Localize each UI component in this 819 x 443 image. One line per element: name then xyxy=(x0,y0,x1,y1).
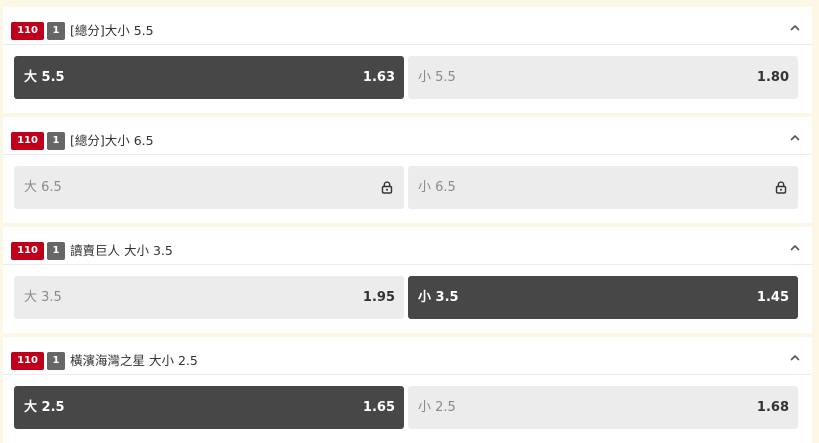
bet-option-under: 小 6.5 xyxy=(408,166,798,209)
bet-option-over: 大 6.5 xyxy=(14,166,404,209)
market-card: 110 1 [總分]大小 6.5 大 6.5 小 6.5 xyxy=(3,117,812,223)
option-odds: 1.63 xyxy=(362,70,395,85)
chevron-up-icon[interactable] xyxy=(788,131,802,145)
option-odds: 1.95 xyxy=(362,290,395,305)
option-label: 小 3.5 xyxy=(418,290,459,305)
market-card: 110 1 橫濱海灣之星 大小 2.5 大 2.5 1.65 小 2.5 1.6… xyxy=(3,337,812,443)
bet-option-over[interactable]: 大 5.5 1.63 xyxy=(14,56,404,99)
chevron-up-icon[interactable] xyxy=(788,241,802,255)
market-title: [總分]大小 6.5 xyxy=(70,133,154,148)
period-badge: 1 xyxy=(47,132,65,150)
period-badge: 1 xyxy=(47,22,65,40)
option-label: 大 3.5 xyxy=(24,290,62,305)
market-title: 橫濱海灣之星 大小 2.5 xyxy=(70,353,198,368)
market-title: [總分]大小 5.5 xyxy=(70,23,154,38)
option-odds: 1.45 xyxy=(756,290,789,305)
option-label: 大 2.5 xyxy=(24,400,65,415)
market-card: 110 1 讀賣巨人 大小 3.5 大 3.5 1.95 小 3.5 1.45 xyxy=(3,227,812,333)
chevron-up-icon[interactable] xyxy=(788,21,802,35)
bet-option-over[interactable]: 大 3.5 1.95 xyxy=(14,276,404,319)
period-badge: 1 xyxy=(47,242,65,260)
market-header[interactable]: 110 1 橫濱海灣之星 大小 2.5 xyxy=(3,337,812,375)
option-odds: 1.65 xyxy=(362,400,395,415)
market-card: 110 1 [總分]大小 5.5 大 5.5 1.63 小 5.5 1.80 xyxy=(3,7,812,113)
period-badge: 1 xyxy=(47,352,65,370)
bet-option-under[interactable]: 小 2.5 1.68 xyxy=(408,386,798,429)
option-label: 小 6.5 xyxy=(418,180,456,195)
option-odds: 1.80 xyxy=(756,70,789,85)
bet-option-over[interactable]: 大 2.5 1.65 xyxy=(14,386,404,429)
league-badge: 110 xyxy=(11,242,44,260)
chevron-up-icon[interactable] xyxy=(788,351,802,365)
option-label: 大 6.5 xyxy=(24,180,62,195)
bet-option-under[interactable]: 小 3.5 1.45 xyxy=(408,276,798,319)
bet-option-under[interactable]: 小 5.5 1.80 xyxy=(408,56,798,99)
option-label: 小 2.5 xyxy=(418,400,456,415)
option-label: 小 5.5 xyxy=(418,70,456,85)
market-header[interactable]: 110 1 [總分]大小 6.5 xyxy=(3,117,812,155)
option-label: 大 5.5 xyxy=(24,70,65,85)
lock-icon xyxy=(381,181,393,194)
market-header[interactable]: 110 1 讀賣巨人 大小 3.5 xyxy=(3,227,812,265)
league-badge: 110 xyxy=(11,352,44,370)
league-badge: 110 xyxy=(11,22,44,40)
market-header[interactable]: 110 1 [總分]大小 5.5 xyxy=(3,7,812,45)
option-odds: 1.68 xyxy=(756,400,789,415)
lock-icon xyxy=(775,181,787,194)
league-badge: 110 xyxy=(11,132,44,150)
market-title: 讀賣巨人 大小 3.5 xyxy=(70,243,173,258)
